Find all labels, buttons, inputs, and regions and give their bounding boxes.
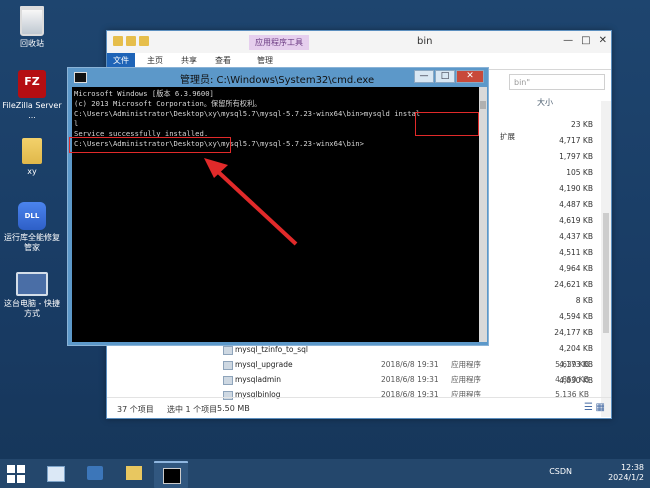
taskbar-cmd[interactable]: [154, 461, 188, 488]
server-manager-icon: [47, 466, 65, 482]
folder-icon: [126, 466, 142, 480]
start-button[interactable]: [7, 465, 25, 483]
taskbar-server-manager[interactable]: [38, 461, 72, 486]
powershell-icon: [87, 466, 103, 480]
clock-date: 2024/1/2: [608, 473, 644, 482]
taskbar: CSDN 12:38 2024/1/2: [0, 459, 650, 488]
windows-logo-icon: [7, 465, 15, 473]
clock-time: 12:38: [620, 463, 644, 472]
annotation-arrow: [204, 158, 298, 246]
tray-watermark: CSDN: [549, 467, 572, 476]
taskbar-file-explorer[interactable]: [117, 461, 151, 486]
clock[interactable]: 12:38 2024/1/2: [608, 463, 644, 483]
cmd-icon: [163, 468, 181, 484]
taskbar-powershell[interactable]: [78, 461, 112, 486]
